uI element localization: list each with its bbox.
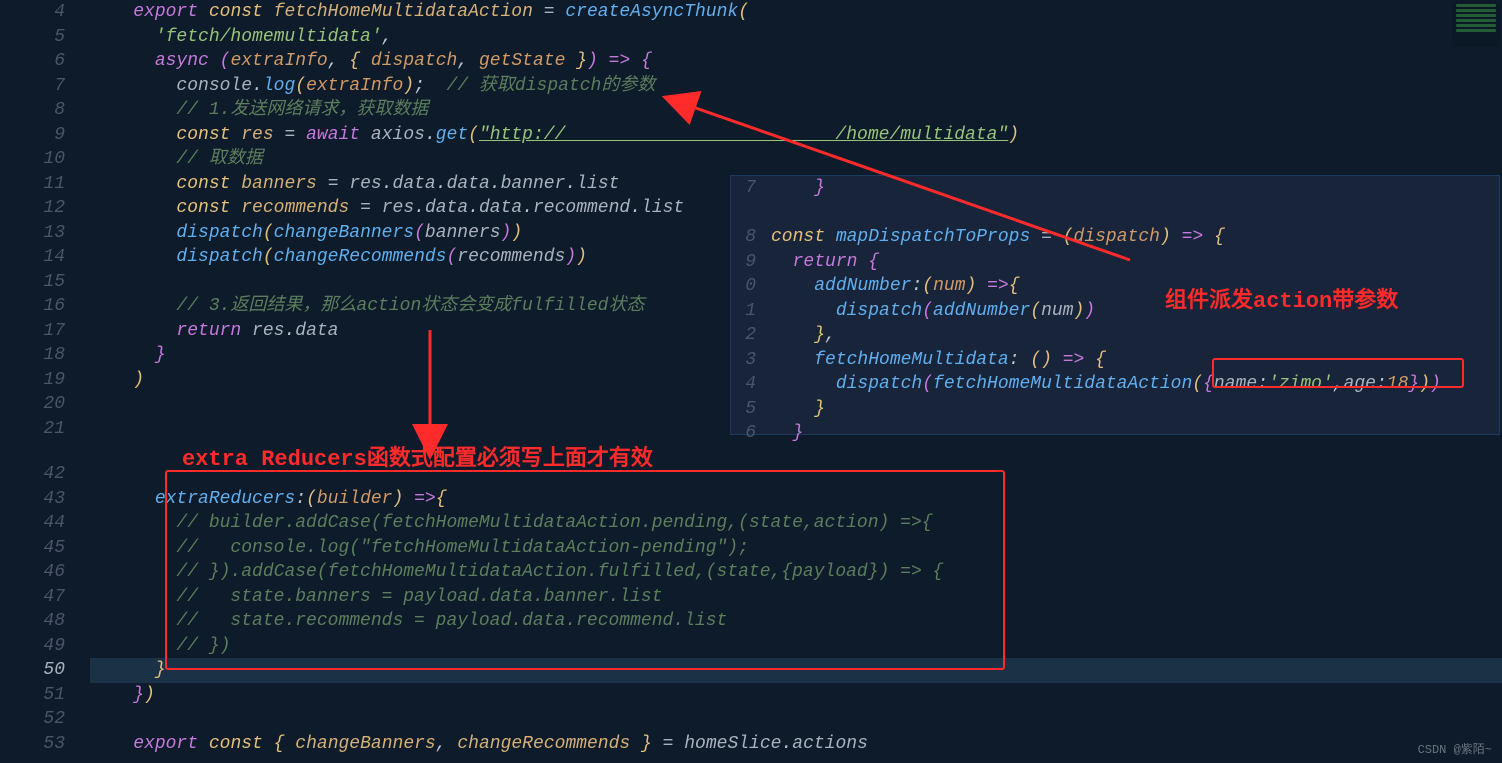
annotation-label-dispatch-arg: 组件派发action带参数: [1165, 282, 1398, 314]
gutter-2: 7890123456: [731, 176, 766, 446]
code-editor-pane-3[interactable]: 424344454647484950515253 extraReducers:(…: [0, 462, 1502, 762]
watermark: CSDN @紫陌~: [1418, 740, 1492, 757]
annotation-label-extrareducers: extra Reducers函数式配置必须写上面才有效: [182, 440, 653, 472]
gutter-3: 424344454647484950515253: [0, 462, 90, 756]
minimap[interactable]: [1452, 2, 1500, 47]
gutter-1: 456789101112131415161718192021: [0, 0, 90, 441]
code-3[interactable]: extraReducers:(builder) =>{ // builder.a…: [90, 462, 1502, 756]
